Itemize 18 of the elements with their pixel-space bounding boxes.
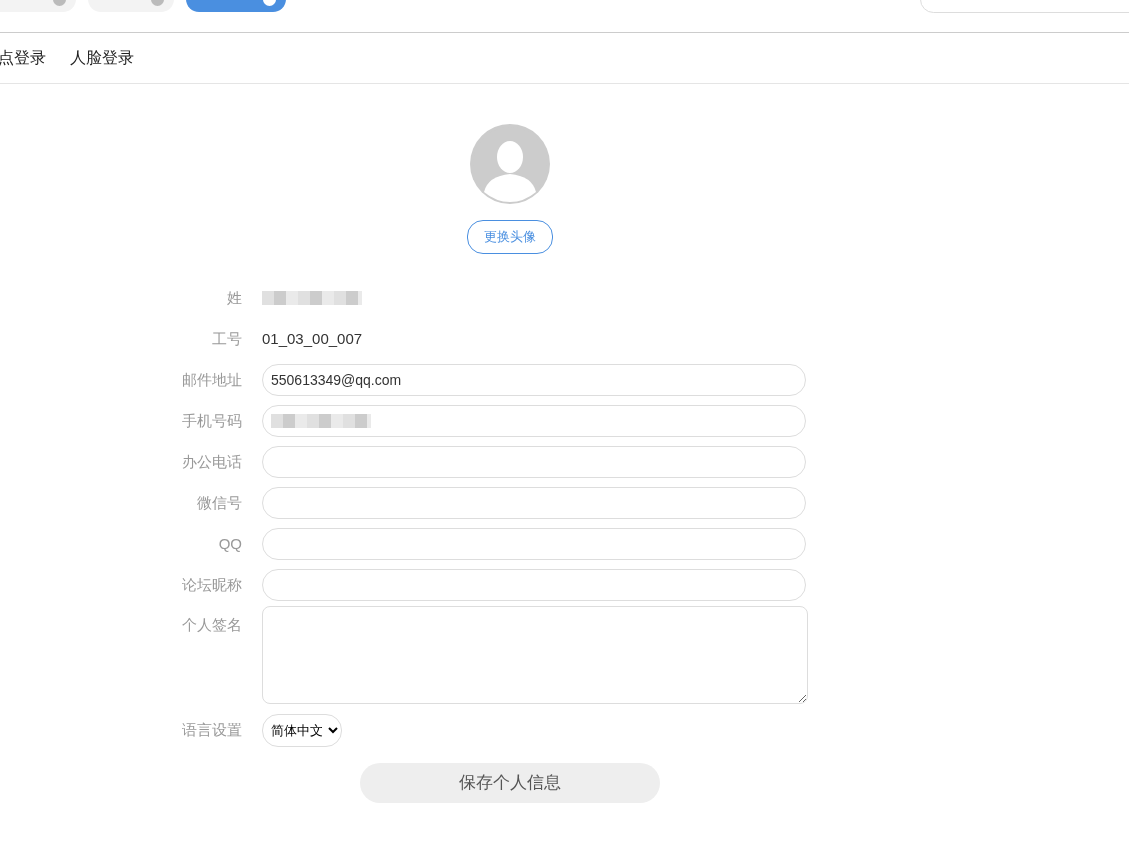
avatar-icon [470, 124, 550, 204]
field-label: 个人签名 [181, 614, 242, 635]
field-label: 办公电话 [181, 451, 242, 472]
field-label: 论坛昵称 [181, 574, 242, 595]
sub-tab[interactable]: 点登录 [0, 46, 46, 70]
textarea-field[interactable] [262, 605, 808, 704]
sub-tab[interactable]: 人脸登录 [70, 46, 134, 70]
field-label: 邮件地址 [181, 369, 242, 390]
change-avatar-button[interactable]: 更换头像 [467, 220, 553, 254]
field-value: 01_03_00_007 [262, 328, 363, 349]
field-label: 姓 [226, 287, 242, 308]
field-label: QQ [217, 533, 242, 554]
save-button[interactable]: 保存个人信息 [360, 762, 660, 803]
field-label: 工号 [211, 328, 242, 349]
field-label: 微信号 [196, 492, 242, 513]
field-label: 语言设置 [181, 719, 242, 740]
field-label: 手机号码 [181, 410, 242, 431]
language-select[interactable]: 简体中文 [262, 713, 342, 747]
